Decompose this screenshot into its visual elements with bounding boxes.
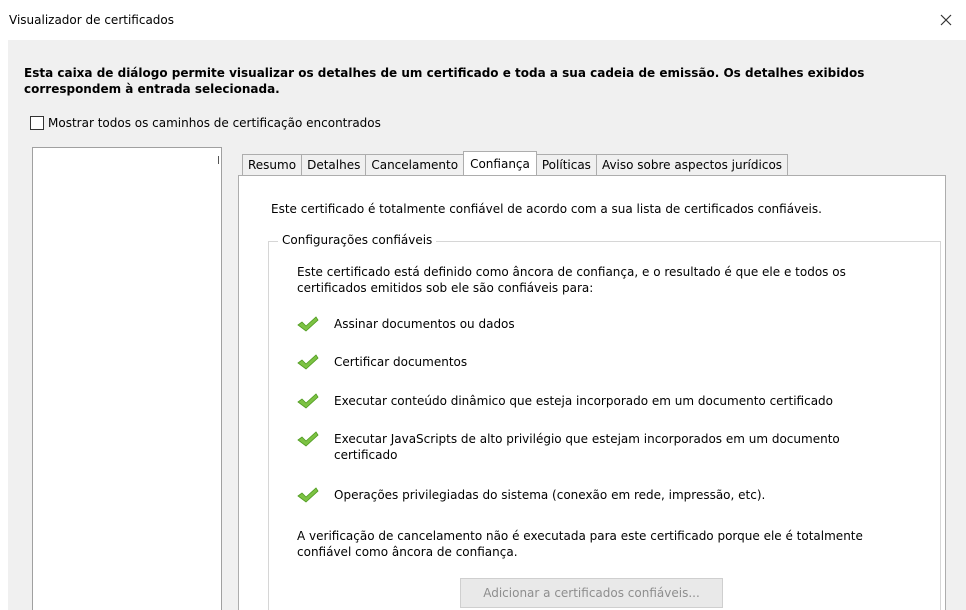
- permission-label: Executar JavaScripts de alto privilégio …: [334, 432, 840, 462]
- window-title: Visualizador de certificados: [9, 13, 175, 27]
- show-all-paths-option[interactable]: Mostrar todos os caminhos de certificaçã…: [30, 116, 381, 130]
- permission-item: Operações privilegiadas do sistema (cone…: [297, 487, 894, 503]
- close-icon: [940, 14, 952, 26]
- dialog-description: Esta caixa de diálogo permite visualizar…: [24, 66, 865, 96]
- checkmark-icon: [297, 393, 319, 409]
- trust-summary: Este certificado é totalmente confiável …: [271, 202, 822, 216]
- permission-item: Executar conteúdo dinâmico que esteja in…: [297, 393, 894, 409]
- title-bar: Visualizador de certificados: [0, 0, 966, 40]
- checkmark-icon: [297, 354, 319, 370]
- permission-label: Assinar documentos ou dados: [334, 317, 515, 331]
- tab-cancelamento[interactable]: Cancelamento: [365, 154, 465, 175]
- permission-label: Certificar documentos: [334, 355, 468, 369]
- checkmark-icon: [297, 316, 319, 332]
- tab-strip: Resumo Detalhes Cancelamento Confiança P…: [242, 151, 789, 175]
- permission-label: Operações privilegiadas do sistema (cone…: [334, 488, 766, 502]
- permission-item: Executar JavaScripts de alto privilégio …: [297, 431, 894, 463]
- permission-item: Certificar documentos: [297, 354, 894, 370]
- tab-confianca[interactable]: Confiança: [463, 151, 537, 175]
- certificate-chain-tree[interactable]: [32, 147, 222, 610]
- show-all-paths-label[interactable]: Mostrar todos os caminhos de certificaçã…: [48, 116, 381, 130]
- close-button[interactable]: [932, 6, 960, 34]
- permission-item: Assinar documentos ou dados: [297, 316, 894, 332]
- tab-resumo[interactable]: Resumo: [242, 154, 303, 175]
- checkmark-icon: [297, 487, 319, 503]
- tab-politicas[interactable]: Políticas: [535, 154, 597, 175]
- trusted-settings-title: Configurações confiáveis: [278, 233, 437, 247]
- add-to-trusted-button[interactable]: Adicionar a certificados confiáveis...: [460, 578, 723, 608]
- revocation-note: A verificação de cancelamento não é exec…: [297, 529, 863, 559]
- tab-aviso-juridico[interactable]: Aviso sobre aspectos jurídicos: [595, 154, 789, 175]
- tab-detalhes[interactable]: Detalhes: [301, 154, 367, 175]
- trust-anchor-intro: Este certificado está definido como ânco…: [297, 265, 846, 295]
- tree-scroll-marker: [218, 156, 219, 164]
- checkmark-icon: [297, 431, 319, 447]
- permission-label: Executar conteúdo dinâmico que esteja in…: [334, 394, 834, 408]
- show-all-paths-checkbox[interactable]: [30, 116, 44, 130]
